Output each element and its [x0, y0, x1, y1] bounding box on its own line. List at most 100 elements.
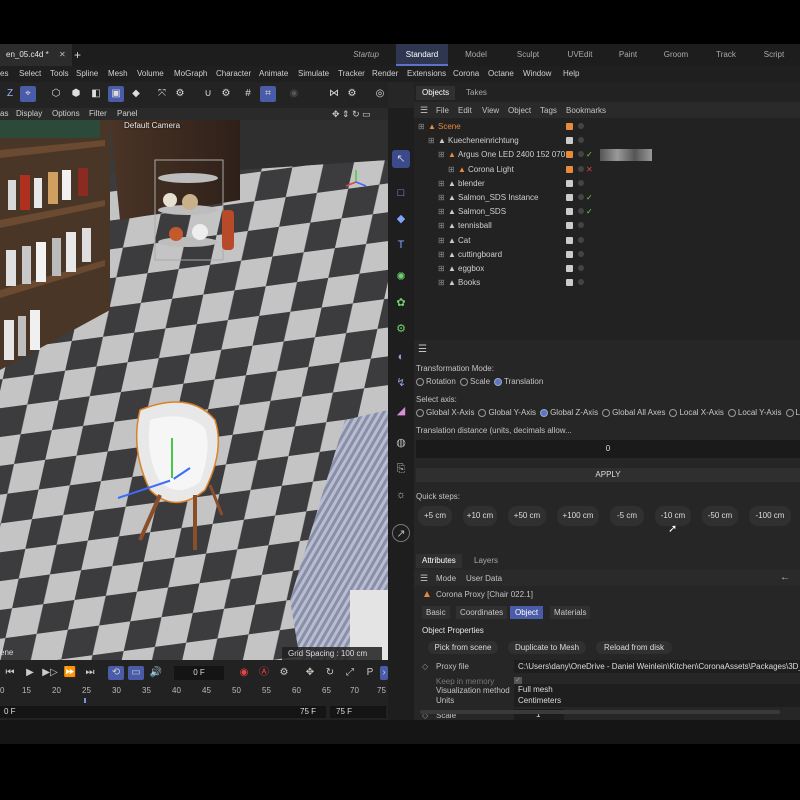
expand-icon[interactable]: ⊞ — [438, 262, 445, 276]
menu-octane[interactable]: Octane — [488, 66, 514, 82]
axis-mode-icon[interactable]: ⤧ — [154, 86, 170, 102]
go-to-end-icon[interactable]: ⏭ — [82, 666, 98, 680]
visualization-dropdown[interactable]: Full mesh — [514, 684, 800, 696]
param-key-icon[interactable]: P — [362, 666, 378, 680]
enabled-check-icon[interactable]: ✓ — [586, 191, 593, 205]
text-tool-icon[interactable]: T — [392, 236, 410, 254]
objects-menu-view[interactable]: View — [482, 106, 499, 115]
camera-icon[interactable]: ⎘ — [392, 460, 410, 478]
3d-viewport[interactable]: Default Camera Grid Spacing : 100 cm — [0, 120, 388, 660]
quick-step-button[interactable]: -100 cm — [749, 506, 791, 526]
attributes-menu-mode[interactable]: Mode — [436, 574, 456, 583]
menu-render[interactable]: Render — [372, 66, 398, 82]
field-icon[interactable]: ◐ — [392, 348, 410, 366]
menu-character[interactable]: Character — [216, 66, 251, 82]
horizontal-scrollbar[interactable] — [420, 710, 780, 714]
layer-color-dot[interactable] — [566, 208, 573, 216]
hamburger-icon[interactable]: ☰ — [418, 344, 427, 355]
menu-corona[interactable]: Corona — [453, 66, 479, 82]
viewport-navigation-icons[interactable]: ✥ ⇕ ↻ ▭ — [332, 108, 371, 120]
duplicate-to-mesh-button[interactable]: Duplicate to Mesh — [508, 641, 586, 654]
current-frame-field[interactable]: 0 F — [174, 666, 224, 680]
quick-step-button[interactable]: +5 cm — [418, 506, 452, 526]
visibility-dot[interactable] — [578, 151, 584, 158]
snap-settings-gear-icon[interactable]: ⚙ — [218, 86, 234, 102]
spline-icon[interactable]: ↯ — [392, 374, 410, 392]
menu-item[interactable]: es — [0, 66, 8, 82]
enabled-check-icon[interactable]: ✓ — [586, 205, 593, 219]
generator-icon[interactable]: ✺ — [392, 268, 410, 286]
mode-translation-radio[interactable]: Translation — [494, 377, 543, 386]
subtab-coordinates[interactable]: Coordinates — [456, 606, 508, 619]
layer-color-dot[interactable] — [566, 137, 573, 145]
autokey-icon[interactable]: Ⓐ — [256, 666, 272, 680]
object-row[interactable]: ⊞ ▲ Salmon_SDS ✓ — [414, 205, 800, 219]
sound-icon[interactable]: 🔊 — [148, 666, 164, 680]
expand-icon[interactable]: ⊞ — [428, 134, 435, 148]
record-icon[interactable]: ◉ — [236, 666, 252, 680]
new-tab-button[interactable]: + — [74, 44, 81, 66]
end-frame-field[interactable]: 75 F — [330, 706, 386, 718]
quick-step-button[interactable]: +10 cm — [463, 506, 497, 526]
playhead[interactable] — [84, 698, 86, 703]
object-row[interactable]: ⊞ ▲ Kuecheneinrichtung — [414, 134, 800, 148]
objects-menu-bookmarks[interactable]: Bookmarks — [566, 106, 606, 115]
layer-color-dot[interactable] — [566, 279, 573, 287]
viewport-menu-filter[interactable]: Filter — [89, 108, 107, 120]
axis-radio[interactable]: Lo — [785, 408, 800, 417]
axis-radio[interactable]: Global Z-Axis — [540, 408, 598, 417]
layout-tab-model[interactable]: Model — [456, 44, 496, 66]
expand-icon[interactable]: ⊞ — [418, 120, 425, 134]
menu-spline[interactable]: Spline — [76, 66, 98, 82]
layer-color-dot[interactable] — [566, 222, 573, 230]
axis-radio[interactable]: Global X-Axis — [416, 408, 474, 417]
layout-tab-startup[interactable]: Startup — [344, 44, 388, 66]
objects-menu-edit[interactable]: Edit — [458, 106, 472, 115]
viewport-menu-options[interactable]: Options — [52, 108, 80, 120]
object-row[interactable]: ⊞ ▲ eggbox — [414, 262, 800, 276]
attributes-menu-userdata[interactable]: User Data — [466, 574, 502, 583]
visibility-dot[interactable] — [578, 222, 584, 229]
object-row[interactable]: ⊞ ▲ Corona Light ✕ — [414, 163, 800, 177]
layout-tab-script[interactable]: Script — [756, 44, 792, 66]
objects-menu-file[interactable]: File — [436, 106, 449, 115]
menu-mograph[interactable]: MoGraph — [174, 66, 207, 82]
symmetry-icon[interactable]: ⋈ — [326, 86, 342, 102]
object-row[interactable]: ⊞ ▲ Books — [414, 276, 800, 290]
compass-icon[interactable]: ↗ — [392, 524, 410, 542]
preview-start-field[interactable]: 0 F — [0, 706, 326, 718]
menu-tracker[interactable]: Tracker — [338, 66, 365, 82]
axis-radio[interactable]: Global Y-Axis — [478, 408, 536, 417]
axis-radio[interactable]: Global All Axes — [602, 408, 665, 417]
next-key-icon[interactable]: ⏩ — [62, 666, 78, 680]
layer-color-dot[interactable] — [566, 236, 573, 244]
mode-scale-radio[interactable]: Scale — [460, 377, 490, 386]
move-tool-icon[interactable]: ↖ — [392, 150, 410, 168]
rotate-key-icon[interactable]: ↻ — [322, 666, 338, 680]
axis-radio[interactable]: Local Y-Axis — [727, 408, 782, 417]
cloner-icon[interactable]: ✿ — [392, 294, 410, 312]
close-icon[interactable]: ✕ — [59, 50, 66, 59]
visibility-dot[interactable] — [578, 250, 584, 257]
loop-icon[interactable]: ⟲ — [108, 666, 124, 680]
cube-icon[interactable]: □ — [392, 184, 410, 202]
layer-color-dot[interactable] — [566, 265, 573, 272]
viewport-menu-panel[interactable]: Panel — [117, 108, 137, 120]
layer-color-dot[interactable] — [566, 179, 573, 187]
menu-select[interactable]: Select — [19, 66, 41, 82]
menu-window[interactable]: Window — [523, 66, 551, 82]
model-mode-icon[interactable]: ▣ — [108, 86, 124, 102]
visibility-dot[interactable] — [578, 236, 584, 243]
material-tags[interactable] — [600, 149, 652, 162]
object-row[interactable]: ⊞ ▲ Cat — [414, 234, 800, 248]
viewport-menu-cameras[interactable]: as — [0, 108, 8, 120]
expand-icon[interactable]: ⊞ — [438, 205, 445, 219]
visibility-dot[interactable] — [578, 279, 584, 286]
visibility-dot[interactable] — [578, 194, 584, 200]
workplane-grid-icon[interactable]: # — [240, 86, 256, 102]
expand-icon[interactable]: ⊞ — [438, 234, 445, 248]
subtab-basic[interactable]: Basic — [422, 606, 450, 619]
object-row[interactable]: ⊞ ▲ Argus One LED 2400 152 070 ✓ — [414, 148, 800, 162]
layer-color-dot[interactable] — [566, 194, 573, 201]
menu-volume[interactable]: Volume — [137, 66, 164, 82]
